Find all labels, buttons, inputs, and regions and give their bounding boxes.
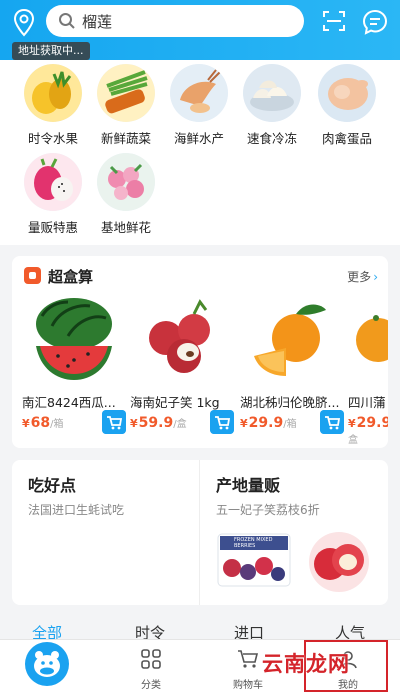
product-name: 海南妃子笑 1kg bbox=[130, 395, 220, 410]
category-fruit[interactable]: 时令水果 bbox=[16, 64, 90, 147]
search-icon bbox=[59, 13, 75, 29]
category-label: 海鲜水产 bbox=[173, 131, 224, 146]
vegetables-icon bbox=[97, 64, 155, 122]
scan-icon[interactable] bbox=[322, 9, 346, 33]
category-label: 基地鲜花 bbox=[100, 220, 151, 235]
cart-icon bbox=[238, 650, 259, 668]
message-icon[interactable] bbox=[362, 9, 388, 35]
address-tooltip: 地址获取中... bbox=[12, 42, 90, 60]
watermark-text: 云南龙网 bbox=[262, 652, 350, 676]
nav-label: 购物车 bbox=[233, 680, 263, 691]
price-currency: ¥ bbox=[240, 417, 248, 430]
promo-title: 产地量贩 bbox=[216, 476, 281, 495]
chevron-right-icon: › bbox=[373, 270, 378, 284]
seafood-icon bbox=[170, 64, 228, 122]
price-value: 29.9 bbox=[356, 415, 388, 431]
category-bulk[interactable]: 量贩特惠 bbox=[16, 153, 90, 236]
flower-icon bbox=[97, 153, 155, 211]
dragonfruit-icon bbox=[24, 153, 82, 211]
price-unit: /盒 bbox=[173, 419, 187, 430]
more-label: 更多 bbox=[347, 270, 372, 284]
price-currency: ¥ bbox=[348, 417, 356, 430]
apple-image bbox=[304, 530, 374, 594]
product-card[interactable]: 四川蒲 ¥29.9/盒 bbox=[348, 296, 388, 446]
promo-title: 吃好点 bbox=[28, 476, 77, 495]
promo-subtitle: 法国进口生蚝试吃 bbox=[28, 503, 125, 517]
location-pin-icon[interactable] bbox=[12, 8, 36, 38]
product-name: 南汇8424西瓜... bbox=[22, 395, 116, 410]
nav-category[interactable]: 分类 bbox=[121, 648, 181, 691]
category-frozen[interactable]: 速食冷冻 bbox=[235, 64, 309, 147]
search-input[interactable]: 榴莲 bbox=[46, 5, 304, 37]
product-card[interactable]: 湖北秭归伦晚脐... ¥29.9/箱 bbox=[240, 296, 344, 446]
lychee-image bbox=[136, 296, 228, 382]
promo-right[interactable]: 产地量贩 五一妃子笑荔枝6折 FROZEN MIXED BERRIES bbox=[200, 460, 388, 605]
category-label: 时令水果 bbox=[27, 131, 78, 146]
product-card[interactable]: 海南妃子笑 1kg ¥59.9/盒 bbox=[130, 296, 234, 446]
home-hippo-icon[interactable] bbox=[25, 642, 69, 686]
product-name: 湖北秭归伦晚脐... bbox=[240, 395, 340, 410]
category-grid: 时令水果 新鲜蔬菜 海鲜水产 速食冷冻 肉禽蛋品 量贩特惠 基地鲜花 bbox=[0, 60, 400, 245]
price-currency: ¥ bbox=[22, 417, 30, 430]
chicken-icon bbox=[318, 64, 376, 122]
add-to-cart-icon[interactable] bbox=[102, 410, 126, 434]
category-label: 肉禽蛋品 bbox=[321, 131, 372, 146]
nav-label: 分类 bbox=[141, 680, 161, 691]
product-price: ¥59.9/盒 bbox=[130, 415, 187, 431]
fruit-icon bbox=[24, 64, 82, 122]
category-seafood[interactable]: 海鲜水产 bbox=[162, 64, 236, 147]
more-link[interactable]: 更多 › bbox=[347, 268, 378, 285]
product-price: ¥29.9/箱 bbox=[240, 415, 297, 431]
promo-section: 吃好点 法国进口生蚝试吃 产地量贩 五一妃子笑荔枝6折 FROZEN MIXED… bbox=[12, 460, 388, 605]
package-label: FROZEN MIXED BERRIES bbox=[234, 537, 273, 549]
price-value: 29.9 bbox=[248, 415, 284, 431]
category-flowers[interactable]: 基地鲜花 bbox=[89, 153, 163, 236]
price-value: 68 bbox=[30, 415, 51, 431]
box-deal-icon bbox=[24, 267, 41, 284]
promo-subtitle: 五一妃子笑荔枝6折 bbox=[216, 503, 320, 517]
add-to-cart-icon[interactable] bbox=[210, 410, 234, 434]
product-price: ¥29.9/盒 bbox=[348, 415, 388, 446]
price-unit: /箱 bbox=[50, 419, 64, 430]
dumpling-icon bbox=[243, 64, 301, 122]
category-meat[interactable]: 肉禽蛋品 bbox=[310, 64, 384, 147]
orange-image bbox=[246, 296, 338, 382]
category-vegetables[interactable]: 新鲜蔬菜 bbox=[89, 64, 163, 147]
section-title: 超盒算 bbox=[48, 268, 94, 286]
category-label: 新鲜蔬菜 bbox=[100, 131, 151, 146]
price-currency: ¥ bbox=[130, 417, 138, 430]
promo-left[interactable]: 吃好点 法国进口生蚝试吃 bbox=[12, 460, 199, 605]
search-query: 榴莲 bbox=[82, 13, 113, 31]
box-deal-section: 超盒算 更多 › 南汇8424西瓜... ¥68/箱 海南妃子笑 1kg ¥59… bbox=[12, 256, 388, 448]
watermelon-image bbox=[28, 296, 120, 382]
category-label: 量贩特惠 bbox=[27, 220, 78, 235]
category-grid-icon bbox=[141, 649, 161, 669]
berries-image: FROZEN MIXED BERRIES bbox=[214, 530, 294, 590]
product-card[interactable]: 南汇8424西瓜... ¥68/箱 bbox=[22, 296, 126, 446]
price-unit: /箱 bbox=[283, 419, 297, 430]
product-name: 四川蒲 bbox=[348, 395, 386, 410]
add-to-cart-icon[interactable] bbox=[320, 410, 344, 434]
price-value: 59.9 bbox=[138, 415, 174, 431]
category-label: 速食冷冻 bbox=[246, 131, 297, 146]
mandarin-image bbox=[348, 296, 388, 382]
product-price: ¥68/箱 bbox=[22, 415, 64, 431]
